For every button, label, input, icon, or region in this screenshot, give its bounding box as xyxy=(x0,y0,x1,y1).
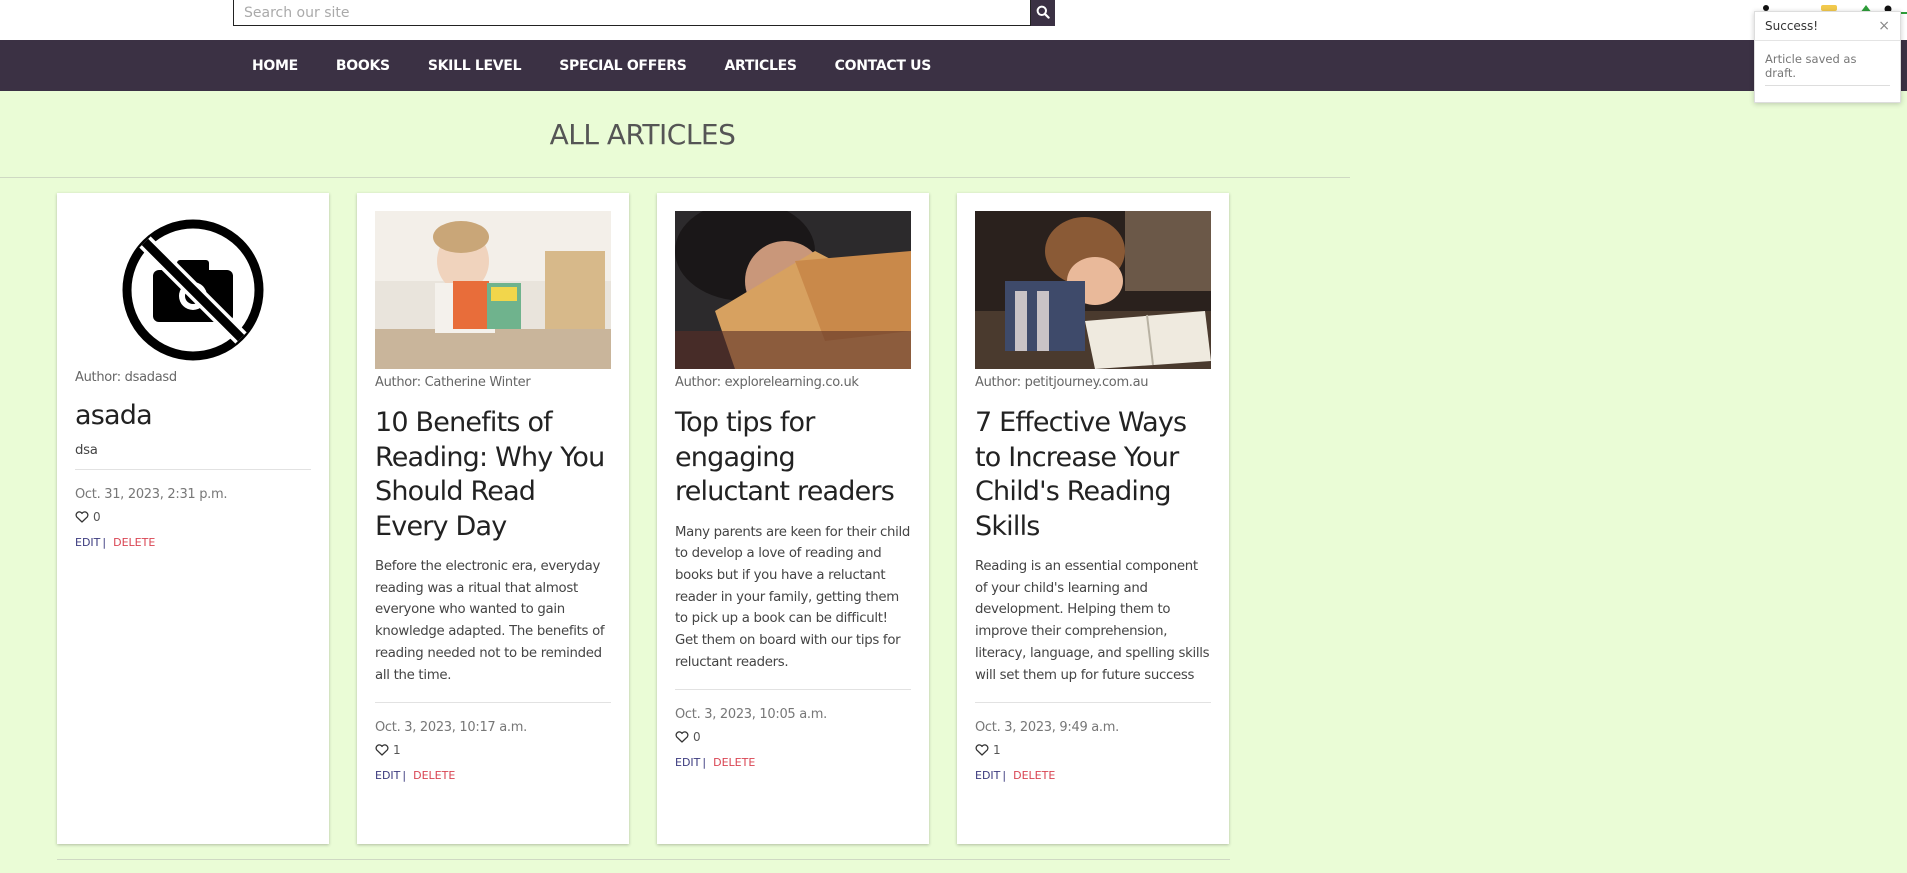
article-author: Author: Catherine Winter xyxy=(375,375,531,390)
nav-item-home[interactable]: HOME xyxy=(233,58,317,74)
delete-link[interactable]: DELETE xyxy=(1013,769,1055,782)
nav-item-skill-level[interactable]: SKILL LEVEL xyxy=(409,58,540,74)
separator: | xyxy=(402,769,407,783)
card-actions: EDIT | DELETE xyxy=(975,769,1211,782)
likes: 0 xyxy=(675,730,911,744)
boy-reading-book-photo[interactable] xyxy=(675,211,911,369)
card-divider xyxy=(675,689,911,691)
toast-notification: Success! × Article saved as draft. xyxy=(1754,11,1901,103)
divider xyxy=(57,859,1230,860)
article-excerpt: Many parents are keen for their child to… xyxy=(675,524,911,670)
page-title: ALL ARTICLES xyxy=(549,118,736,151)
article-title[interactable]: asada xyxy=(75,399,311,434)
article-date: Oct. 31, 2023, 2:31 p.m. xyxy=(75,487,228,503)
card-divider xyxy=(75,469,311,471)
likes: 1 xyxy=(975,743,1211,757)
girl-reading-photo[interactable] xyxy=(375,211,611,369)
like-count: 0 xyxy=(93,510,101,525)
article-date: Oct. 3, 2023, 9:49 a.m. xyxy=(975,720,1119,736)
nav-item-contact-us[interactable]: CONTACT US xyxy=(816,58,950,74)
delete-link[interactable]: DELETE xyxy=(413,769,455,782)
card-divider xyxy=(375,702,611,704)
article-card: Author: dsadasd asada dsa Oct. 31, 2023,… xyxy=(57,193,329,844)
nav-item-articles[interactable]: ARTICLES xyxy=(705,58,815,74)
card-actions: EDIT | DELETE xyxy=(675,756,911,769)
heart-icon[interactable] xyxy=(975,744,989,756)
article-title[interactable]: 7 Effective Ways to Increase Your Child'… xyxy=(975,406,1211,544)
like-count: 0 xyxy=(693,730,701,745)
delete-link[interactable]: DELETE xyxy=(713,756,755,769)
likes: 0 xyxy=(75,510,311,524)
separator: | xyxy=(102,536,107,550)
nav-item-special-offers[interactable]: SPECIAL OFFERS xyxy=(540,58,705,74)
edit-link[interactable]: EDIT xyxy=(975,769,1000,782)
main-navigation: HOME BOOKS SKILL LEVEL SPECIAL OFFERS AR… xyxy=(0,40,1907,91)
child-reading-table-photo[interactable] xyxy=(975,211,1211,369)
search-icon xyxy=(1036,4,1050,23)
article-excerpt: Before the electronic era, everyday read… xyxy=(375,559,605,683)
edit-link[interactable]: EDIT xyxy=(375,769,400,782)
no-image-icon xyxy=(75,211,311,369)
search-input[interactable] xyxy=(233,0,1031,26)
nav-menu: HOME BOOKS SKILL LEVEL SPECIAL OFFERS AR… xyxy=(233,40,950,91)
like-count: 1 xyxy=(393,743,401,758)
card-actions: EDIT | DELETE xyxy=(75,536,311,549)
edit-link[interactable]: EDIT xyxy=(75,536,100,549)
toast-header: Success! × xyxy=(1755,12,1900,41)
card-divider xyxy=(975,702,1211,704)
nav-item-books[interactable]: BOOKS xyxy=(317,58,409,74)
heart-icon[interactable] xyxy=(675,731,689,744)
divider xyxy=(0,177,1350,178)
article-author: Author: dsadasd xyxy=(75,370,177,385)
card-actions: EDIT | DELETE xyxy=(375,769,611,782)
article-card: Author: explorelearning.co.uk Top tips f… xyxy=(657,193,929,844)
article-title[interactable]: Top tips for engaging reluctant readers xyxy=(675,406,911,510)
article-date: Oct. 3, 2023, 10:05 a.m. xyxy=(675,707,827,723)
article-excerpt: dsa xyxy=(75,442,98,458)
article-card: Author: Catherine Winter 10 Benefits of … xyxy=(357,193,629,844)
separator: | xyxy=(702,756,707,770)
top-header xyxy=(0,0,1907,40)
edit-link[interactable]: EDIT xyxy=(675,756,700,769)
close-icon[interactable]: × xyxy=(1878,18,1890,34)
likes: 1 xyxy=(375,743,611,757)
article-excerpt: Reading is an essential component of you… xyxy=(975,559,1210,683)
article-author: Author: explorelearning.co.uk xyxy=(675,375,859,390)
heart-icon[interactable] xyxy=(375,744,389,756)
article-card: Author: petitjourney.com.au 7 Effective … xyxy=(957,193,1229,844)
article-author: Author: petitjourney.com.au xyxy=(975,375,1149,390)
heart-icon[interactable] xyxy=(75,511,89,523)
toast-message: Article saved as draft. xyxy=(1765,52,1890,86)
search-button[interactable] xyxy=(1031,0,1055,26)
separator: | xyxy=(1002,769,1007,783)
like-count: 1 xyxy=(993,743,1001,758)
article-date: Oct. 3, 2023, 10:17 a.m. xyxy=(375,720,527,736)
article-title[interactable]: 10 Benefits of Reading: Why You Should R… xyxy=(375,406,611,544)
header-decoration xyxy=(1754,0,1907,14)
search-bar xyxy=(233,0,1055,26)
toast-body: Article saved as draft. xyxy=(1755,41,1900,86)
delete-link[interactable]: DELETE xyxy=(113,536,155,549)
toast-title: Success! xyxy=(1765,19,1819,33)
